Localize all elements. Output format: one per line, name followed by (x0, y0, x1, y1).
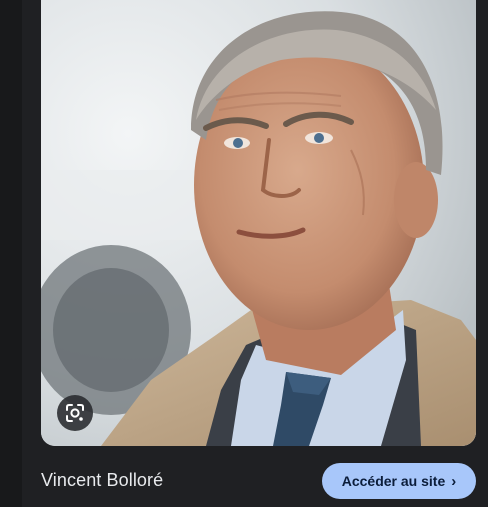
visit-site-label: Accéder au site (341, 473, 446, 489)
result-title[interactable]: Vincent Bolloré (41, 470, 163, 491)
lens-search-button[interactable] (57, 395, 93, 431)
left-edge-strip (0, 0, 23, 507)
lens-search-icon (66, 404, 84, 422)
chevron-right-icon: › (451, 472, 457, 490)
result-photo[interactable] (41, 0, 476, 446)
portrait-image (41, 0, 476, 446)
visit-site-button[interactable]: Accéder au site › (322, 463, 476, 499)
